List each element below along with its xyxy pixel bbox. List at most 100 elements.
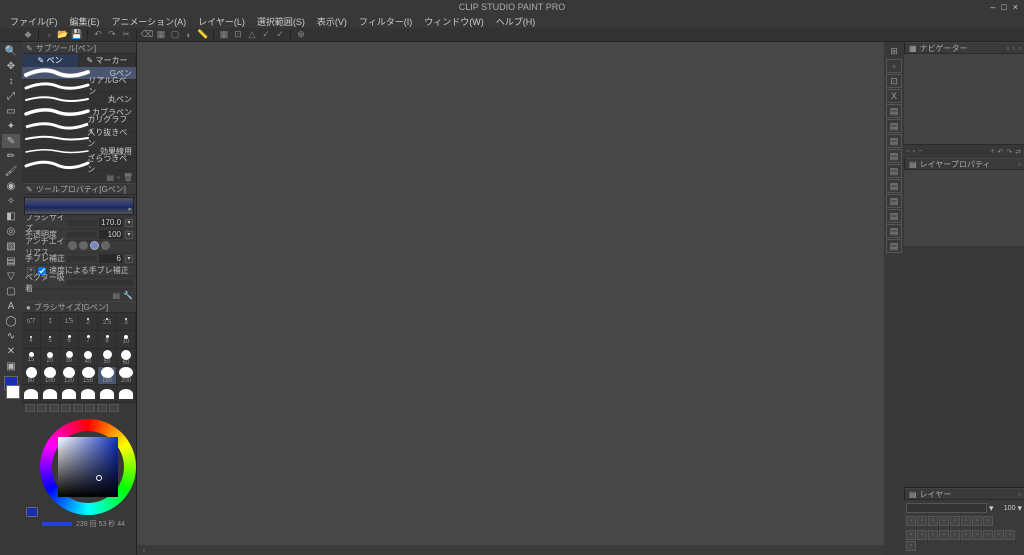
quickaccess-icon[interactable]: ⊞ xyxy=(886,44,902,58)
menu-edit[interactable]: 編集(E) xyxy=(64,15,106,28)
nav-fit-icon[interactable]: ▫ xyxy=(912,148,914,155)
redo-icon[interactable]: ↷ xyxy=(106,29,118,41)
brush-size-value[interactable]: 170.0 xyxy=(99,218,123,227)
blend-dropdown-icon[interactable]: ▾ xyxy=(989,503,994,514)
menu-view[interactable]: 表示(V) xyxy=(311,15,353,28)
stabilize-slider[interactable] xyxy=(67,256,97,262)
grid-icon[interactable]: ▦ xyxy=(218,29,230,41)
brush-size-cell[interactable]: 50 xyxy=(98,349,117,367)
color-hue-bar[interactable] xyxy=(42,522,72,526)
layer-btn-a-icon[interactable]: ▫ xyxy=(1005,530,1015,540)
folder8-icon[interactable]: ▤ xyxy=(886,209,902,223)
layer-opacity-value[interactable]: 100 xyxy=(995,505,1015,512)
menu-window[interactable]: ウィンドウ(W) xyxy=(418,15,490,28)
folder1-icon[interactable]: ▤ xyxy=(886,104,902,118)
pen-item-rough[interactable]: ざらつきペン xyxy=(22,158,136,171)
brush-size-cell[interactable]: 4 xyxy=(22,331,41,349)
layer-tab-icon[interactable]: ▫ xyxy=(1018,490,1021,499)
menu-selection[interactable]: 選択範囲(S) xyxy=(251,15,311,28)
tool-eraser[interactable]: ◧ xyxy=(2,209,20,223)
tool-eyedropper[interactable]: ▣ xyxy=(2,359,20,373)
bs-tab-4[interactable] xyxy=(61,404,71,412)
check2-icon[interactable]: ✓ xyxy=(274,29,286,41)
brushsize-panel-header[interactable]: ● ブラシサイズ[Gペン] xyxy=(22,301,136,313)
tool-decoration[interactable]: ✧ xyxy=(2,194,20,208)
stabilize-dropdown-icon[interactable]: ▾ xyxy=(125,255,133,263)
background-color-swatch[interactable] xyxy=(6,385,20,399)
folder7-icon[interactable]: ▤ xyxy=(886,194,902,208)
brush-size-cell[interactable]: 200 xyxy=(117,367,136,385)
layer-lockpx-icon[interactable]: ▫ xyxy=(917,516,927,526)
check1-icon[interactable]: ✓ xyxy=(260,29,272,41)
layer-ruler-icon[interactable]: ▫ xyxy=(972,516,982,526)
bs-tab-5[interactable] xyxy=(73,404,83,412)
menu-filter[interactable]: フィルター(I) xyxy=(353,15,418,28)
delete-icon[interactable]: ⌫ xyxy=(141,29,153,41)
navigator-body[interactable] xyxy=(904,54,1024,144)
brush-size-cell[interactable] xyxy=(22,385,41,403)
clip-icon[interactable]: ⊡ xyxy=(886,74,902,88)
tool-operation[interactable]: ↕ xyxy=(2,74,20,88)
layer-combine-icon[interactable]: ▫ xyxy=(950,530,960,540)
layerprop-header[interactable]: ▤ レイヤープロパティ ▫ xyxy=(904,158,1024,170)
brush-size-cell[interactable]: 120 xyxy=(60,367,79,385)
tool-fill[interactable]: ▧ xyxy=(2,239,20,253)
brush-size-cell[interactable] xyxy=(60,385,79,403)
csp-logo-icon[interactable]: ◆ xyxy=(22,29,34,41)
tab-pen[interactable]: ✎ ペン xyxy=(22,54,79,67)
layer-dup-icon[interactable]: ▫ xyxy=(994,530,1004,540)
toolprop-wrench-icon[interactable]: 🔧 xyxy=(123,291,133,300)
layer-delete-icon[interactable]: ▫ xyxy=(983,530,993,540)
layer-draft-icon[interactable]: ▫ xyxy=(950,516,960,526)
navigator-header[interactable]: ▦ ナビゲーター ▫▫▫ xyxy=(904,42,1024,54)
menu-animation[interactable]: アニメーション(A) xyxy=(106,15,193,28)
bs-tab-1[interactable] xyxy=(25,404,35,412)
tool-move[interactable]: ✥ xyxy=(2,59,20,73)
folder3-icon[interactable]: ▤ xyxy=(886,134,902,148)
bs-tab-3[interactable] xyxy=(49,404,59,412)
nav-rotate-l-icon[interactable]: ↶ xyxy=(997,148,1003,156)
new-folder-icon[interactable]: ▫ xyxy=(917,530,927,540)
stabilize-value[interactable]: 6 xyxy=(99,254,123,263)
brush-size-cell[interactable]: 0.7 xyxy=(22,313,41,331)
select-all-icon[interactable]: ▦ xyxy=(155,29,167,41)
brush-size-cell[interactable]: 60 xyxy=(117,349,136,367)
bs-tab-2[interactable] xyxy=(37,404,47,412)
brush-size-cell[interactable] xyxy=(98,385,117,403)
subtool-panel-header[interactable]: ✎ サブツール[ペン] xyxy=(22,42,136,54)
menu-file[interactable]: ファイル(F) xyxy=(4,15,64,28)
tool-airbrush[interactable]: ◉ xyxy=(2,179,20,193)
layer-clip-icon[interactable]: ▫ xyxy=(928,516,938,526)
tool-auto-select[interactable]: ✦ xyxy=(2,119,20,133)
tool-brush[interactable]: 🖌 xyxy=(2,164,20,178)
brush-size-cell[interactable]: 2.5 xyxy=(98,313,117,331)
deselect-icon[interactable]: ▢ xyxy=(169,29,181,41)
brush-size-cell[interactable]: 40 xyxy=(79,349,98,367)
tool-magnify[interactable]: 🔍 xyxy=(2,44,20,58)
pen-item-maru[interactable]: 丸ペン xyxy=(22,93,136,106)
invert-icon[interactable]: ◐ xyxy=(183,29,195,41)
brush-size-cell[interactable] xyxy=(41,385,60,403)
folder9-icon[interactable]: ▤ xyxy=(886,224,902,238)
nav-flip-icon[interactable]: ⇄ xyxy=(1015,148,1021,156)
vector-slider[interactable] xyxy=(67,280,133,286)
nav-tab1-icon[interactable]: ▫ xyxy=(1006,44,1009,53)
folder10-icon[interactable]: ▤ xyxy=(886,239,902,253)
brush-size-cell[interactable]: 150 xyxy=(79,367,98,385)
tool-gradient[interactable]: ▤ xyxy=(2,254,20,268)
tool-figure[interactable]: ▽ xyxy=(2,269,20,283)
bs-tab-7[interactable] xyxy=(97,404,107,412)
brush-size-cell[interactable]: 20 xyxy=(41,349,60,367)
open-icon[interactable]: 📂 xyxy=(57,29,69,41)
opacity-value[interactable]: 100 xyxy=(99,230,123,239)
tool-blend[interactable]: ◎ xyxy=(2,224,20,238)
nav-100-icon[interactable]: ▫ xyxy=(907,148,909,155)
nav-zoomout-icon[interactable]: − xyxy=(918,148,922,155)
brush-size-cell[interactable]: 180 xyxy=(98,367,117,385)
snap-icon[interactable]: ⊡ xyxy=(232,29,244,41)
tool-frame[interactable]: ▢ xyxy=(2,284,20,298)
tool-pen[interactable]: ✎ xyxy=(2,134,20,148)
brush-size-cell[interactable]: 8 xyxy=(98,331,117,349)
close-button[interactable]: × xyxy=(1013,2,1018,12)
tool-ruler[interactable]: ∿ xyxy=(2,329,20,343)
